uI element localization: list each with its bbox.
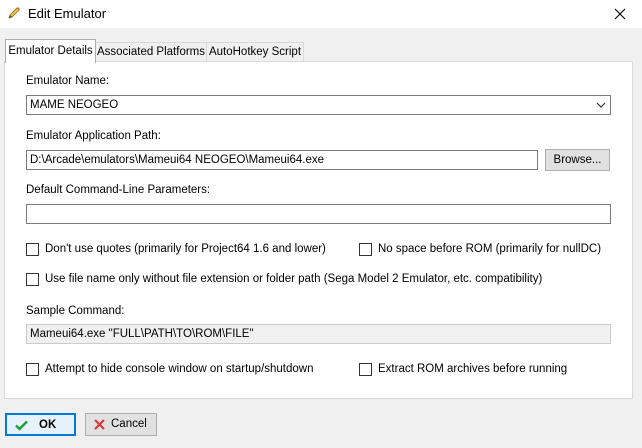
extract-rom-label: Extract ROM archives before running	[378, 363, 568, 375]
no-quotes-checkbox[interactable]	[26, 243, 39, 256]
sample-command-value: Mameui64.exe "FULL\PATH\TO\ROM\FILE"	[30, 328, 254, 340]
pencil-icon	[6, 5, 22, 21]
params-label: Default Command-Line Parameters:	[26, 184, 211, 196]
extract-rom-checkbox[interactable]	[359, 363, 372, 376]
chevron-down-icon	[596, 102, 606, 108]
no-quotes-label: Don't use quotes (primarily for Project6…	[45, 243, 326, 255]
no-space-checkbox[interactable]	[359, 243, 372, 256]
hide-console-checkbox[interactable]	[26, 363, 39, 376]
tab-label: Emulator Details	[8, 45, 93, 57]
ok-label: OK	[39, 419, 57, 431]
tab-label: AutoHotkey Script	[208, 46, 302, 58]
hide-console-label: Attempt to hide console window on startu…	[45, 363, 314, 375]
close-icon	[614, 8, 626, 20]
x-icon	[94, 419, 105, 430]
browse-button[interactable]: Browse...	[545, 149, 610, 171]
tab-label: Associated Platforms	[96, 46, 205, 58]
window-title: Edit Emulator	[28, 6, 107, 21]
emulator-name-label: Emulator Name:	[26, 75, 110, 87]
filename-only-label: Use file name only without file extensio…	[45, 273, 543, 285]
cancel-button[interactable]: Cancel	[85, 413, 157, 436]
params-input[interactable]	[26, 204, 611, 224]
sample-command-label: Sample Command:	[26, 305, 125, 317]
tab-associated-platforms[interactable]: Associated Platforms	[95, 42, 207, 62]
title-bar: Edit Emulator	[0, 0, 642, 28]
app-path-input[interactable]: D:\Arcade\emulators\Mameui64 NEOGEO\Mame…	[26, 150, 538, 170]
cancel-label: Cancel	[111, 418, 147, 430]
tab-emulator-details[interactable]: Emulator Details	[5, 39, 96, 63]
browse-label: Browse...	[553, 154, 602, 166]
no-space-label: No space before ROM (primarily for nullD…	[378, 243, 602, 255]
emulator-name-combobox[interactable]: MAME NEOGEO	[26, 95, 611, 115]
tab-autohotkey-script[interactable]: AutoHotkey Script	[206, 42, 304, 62]
app-path-label: Emulator Application Path:	[26, 130, 161, 142]
filename-only-checkbox[interactable]	[26, 273, 39, 286]
checkmark-icon	[15, 420, 28, 431]
close-button[interactable]	[598, 0, 642, 28]
sample-command-field: Mameui64.exe "FULL\PATH\TO\ROM\FILE"	[26, 324, 611, 344]
ok-button[interactable]: OK	[5, 413, 76, 436]
emulator-name-value: MAME NEOGEO	[30, 99, 119, 111]
app-path-value: D:\Arcade\emulators\Mameui64 NEOGEO\Mame…	[30, 154, 325, 166]
